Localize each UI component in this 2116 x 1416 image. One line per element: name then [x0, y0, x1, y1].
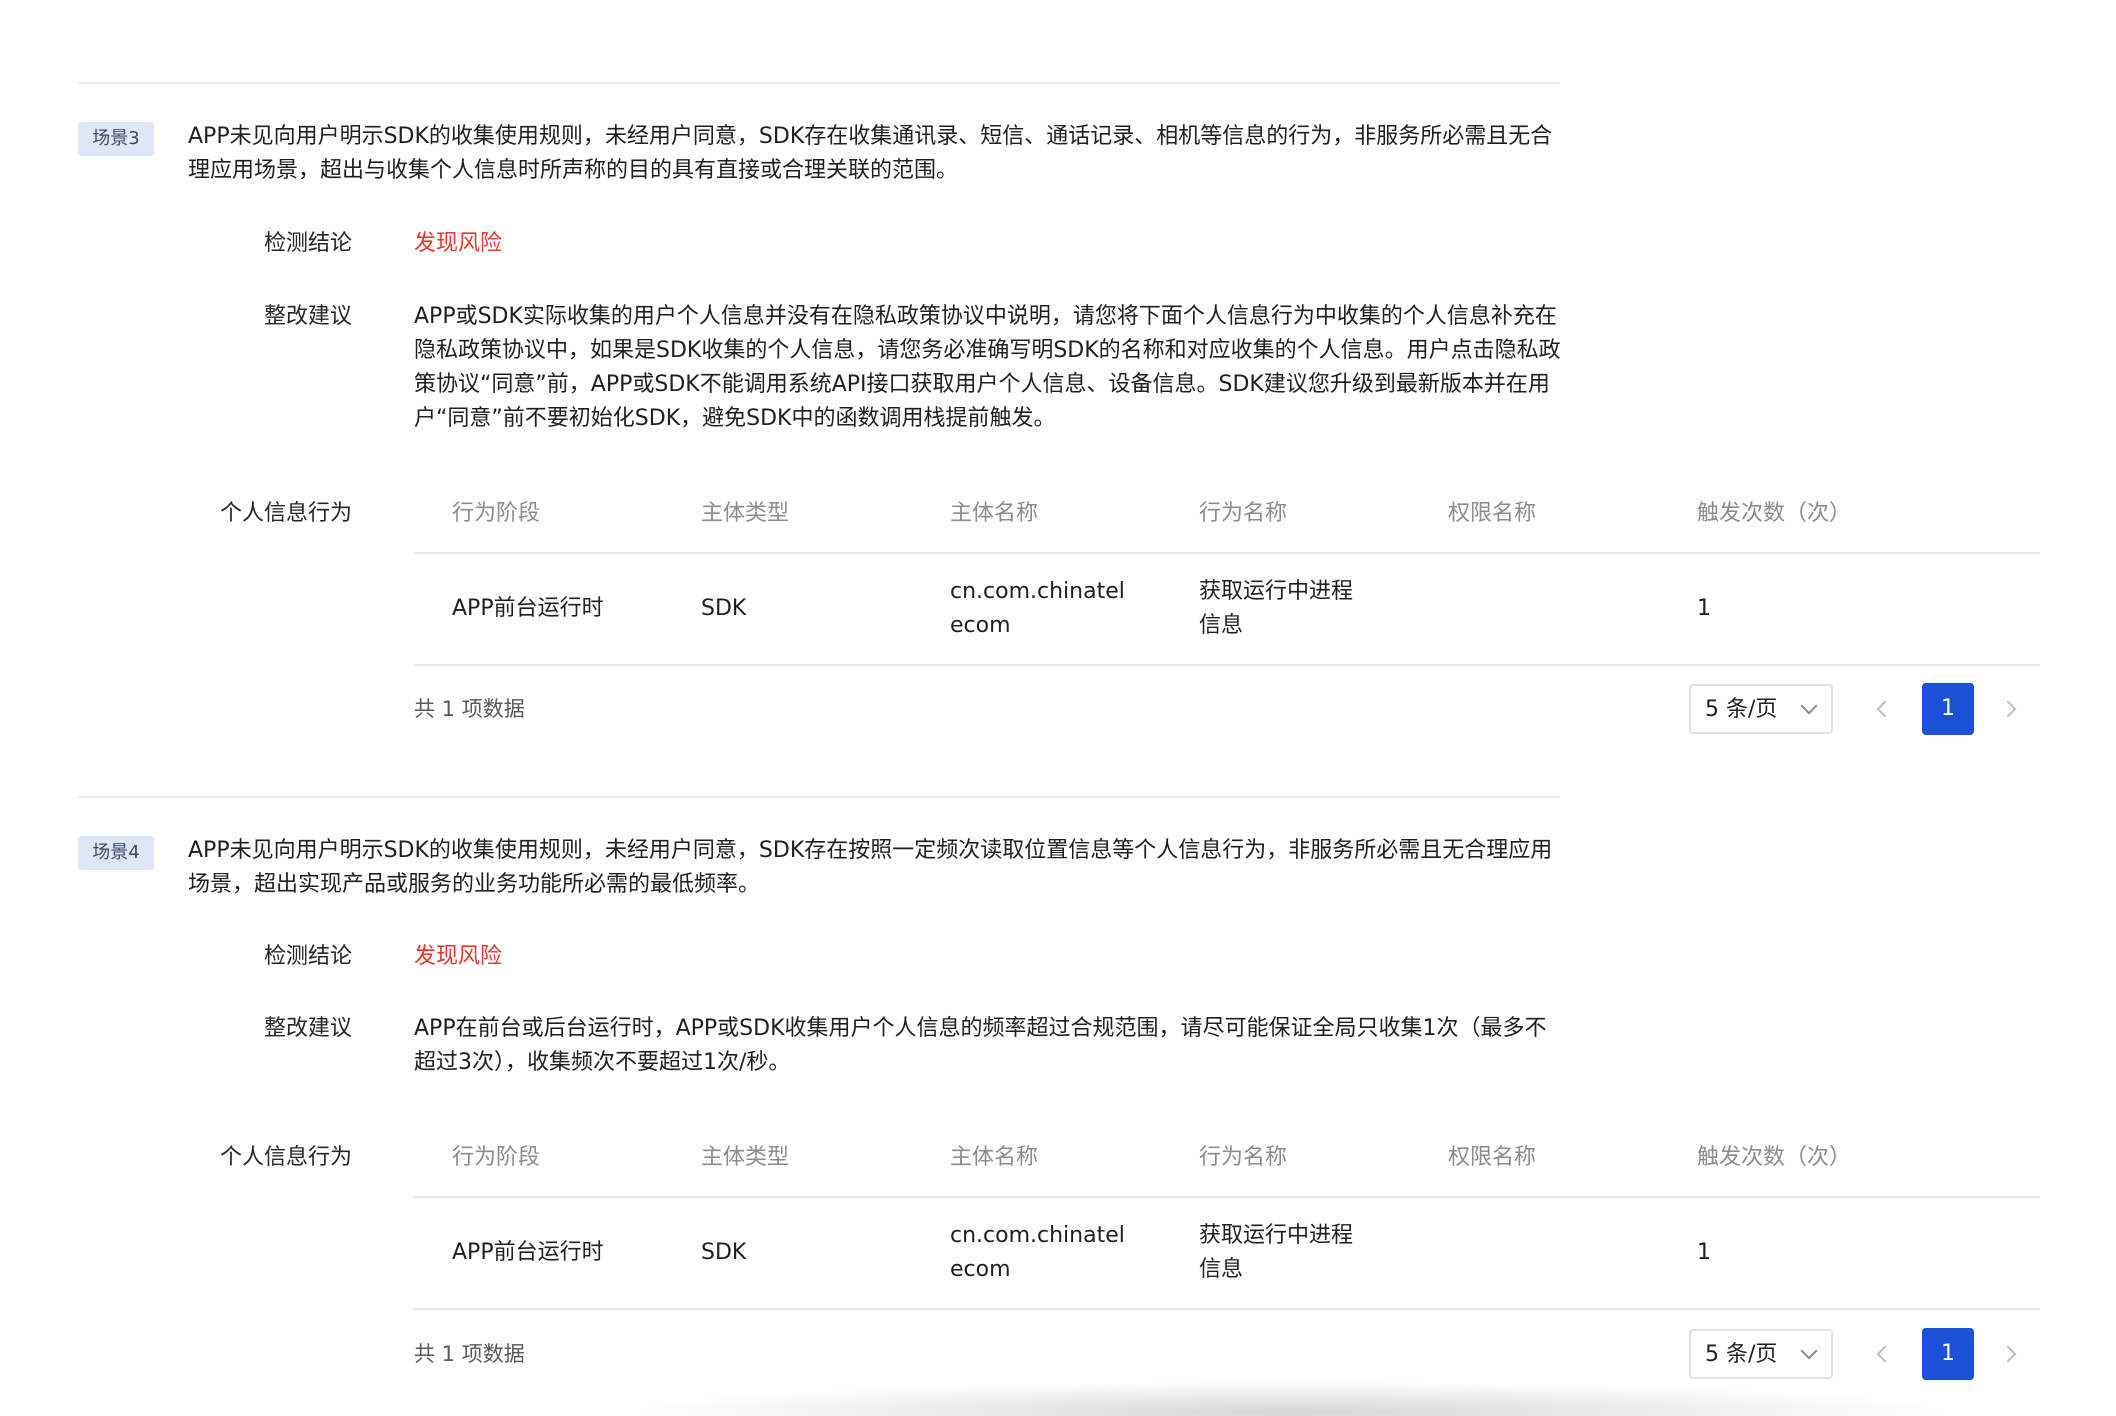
suggestion-text: APP或SDK实际收集的用户个人信息并没有在隐私政策协议中说明，请您将下面个人信…	[414, 304, 1561, 431]
total-count: 共 1 项数据	[414, 697, 525, 721]
cell-behavior-name: 获取运行中进程信息	[1199, 1223, 1354, 1282]
column-header-subject-type: 主体类型	[701, 501, 790, 526]
scenario-description: APP未见向用户明示SDK的收集使用规则，未经用户同意，SDK存在按照一定频次读…	[188, 838, 1553, 897]
column-header-permission-name: 权限名称	[1448, 1145, 1537, 1170]
chevron-right-icon[interactable]	[1990, 1329, 2030, 1379]
page-size-value: 5 条/页	[1705, 697, 1778, 722]
cell-stage: APP前台运行时	[452, 596, 604, 621]
conclusion-label: 检测结论	[263, 944, 352, 969]
column-header-trigger-count: 触发次数（次）	[1697, 1145, 1852, 1170]
column-header-stage: 行为阶段	[452, 1145, 541, 1170]
behavior-label: 个人信息行为	[219, 501, 352, 526]
conclusion-value: 发现风险	[414, 231, 503, 256]
scenario-tag: 场景4	[78, 836, 154, 870]
cell-stage: APP前台运行时	[452, 1240, 604, 1265]
cell-subject-type: SDK	[701, 1240, 747, 1265]
conclusion-label: 检测结论	[263, 231, 352, 256]
column-header-trigger-count: 触发次数（次）	[1697, 501, 1852, 526]
conclusion-value: 发现风险	[414, 944, 503, 969]
cell-trigger-count: 1	[1697, 1240, 1711, 1265]
table-header: 行为阶段 主体类型 主体名称 行为名称 权限名称 触发次数（次）	[414, 1118, 2040, 1198]
suggestion-label: 整改建议	[263, 1016, 352, 1041]
chevron-left-icon[interactable]	[1864, 684, 1904, 734]
chevron-down-icon	[1800, 697, 1818, 715]
page-size-select[interactable]: 5 条/页	[1689, 684, 1833, 734]
page-size-value: 5 条/页	[1705, 1342, 1778, 1367]
column-header-permission-name: 权限名称	[1448, 501, 1537, 526]
cell-subject-type: SDK	[701, 596, 747, 621]
column-header-subject-name: 主体名称	[950, 501, 1039, 526]
scenario-description: APP未见向用户明示SDK的收集使用规则，未经用户同意，SDK存在收集通讯录、短…	[188, 124, 1553, 183]
page-size-select[interactable]: 5 条/页	[1689, 1329, 1833, 1379]
cell-behavior-name: 获取运行中进程信息	[1199, 579, 1354, 638]
suggestion-label: 整改建议	[263, 304, 352, 329]
column-header-subject-name: 主体名称	[950, 1145, 1039, 1170]
chevron-right-icon[interactable]	[1990, 684, 2030, 734]
page-number-current[interactable]: 1	[1922, 683, 1974, 735]
behavior-label: 个人信息行为	[219, 1145, 352, 1170]
window-bottom-shadow	[640, 1382, 1940, 1416]
chevron-left-icon[interactable]	[1864, 1329, 1904, 1379]
column-header-stage: 行为阶段	[452, 501, 541, 526]
suggestion-text: APP在前台或后台运行时，APP或SDK收集用户个人信息的频率超过合规范围，请尽…	[414, 1016, 1547, 1075]
table-header: 行为阶段 主体类型 主体名称 行为名称 权限名称 触发次数（次）	[414, 474, 2040, 554]
page-number-current[interactable]: 1	[1922, 1328, 1974, 1380]
scenario-tag: 场景3	[78, 122, 154, 156]
column-header-subject-type: 主体类型	[701, 1145, 790, 1170]
table-row: APP前台运行时 SDK cn.com.chinatelecom 获取运行中进程…	[414, 554, 2040, 666]
cell-subject-name: cn.com.chinatelecom	[950, 579, 1125, 638]
cell-trigger-count: 1	[1697, 596, 1711, 621]
column-header-behavior-name: 行为名称	[1199, 1145, 1288, 1170]
section-divider	[78, 796, 1560, 798]
total-count: 共 1 项数据	[414, 1342, 525, 1366]
cell-subject-name: cn.com.chinatelecom	[950, 1223, 1125, 1282]
table-row: APP前台运行时 SDK cn.com.chinatelecom 获取运行中进程…	[414, 1198, 2040, 1310]
chevron-down-icon	[1800, 1342, 1818, 1360]
section-divider	[78, 82, 1560, 84]
column-header-behavior-name: 行为名称	[1199, 501, 1288, 526]
report-page: 场景3 APP未见向用户明示SDK的收集使用规则，未经用户同意，SDK存在收集通…	[0, 0, 2116, 1416]
